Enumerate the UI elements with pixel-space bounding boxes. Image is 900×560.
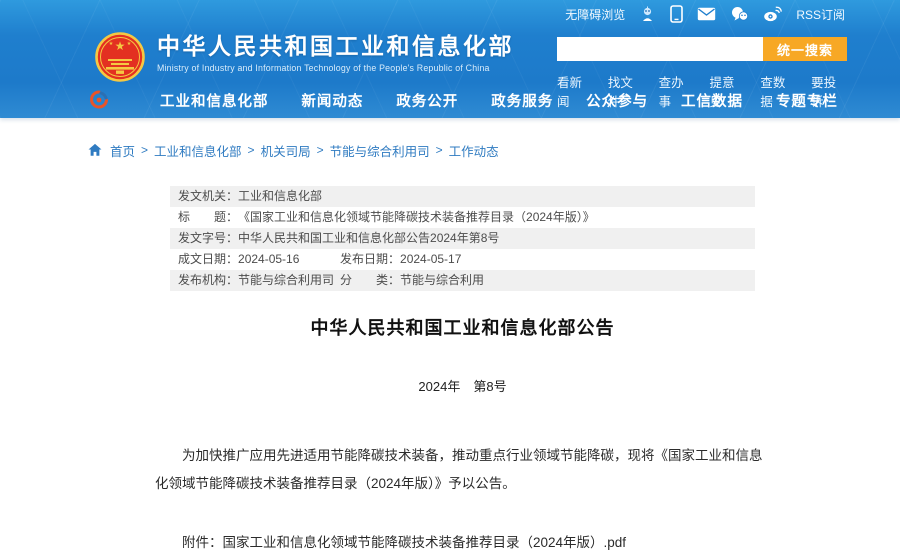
miit-logo-icon bbox=[88, 89, 110, 111]
breadcrumb-separator: > bbox=[436, 143, 443, 157]
nav-item-news[interactable]: 新闻动态 bbox=[301, 90, 363, 111]
meta-row-dates: 成文日期：2024-05-16 发布日期：2024-05-17 bbox=[170, 249, 755, 270]
nav-item-participation[interactable]: 公众参与 bbox=[586, 90, 648, 111]
document-body: 中华人民共和国工业和信息化部公告 2024年 第8号 为加快推广应用先进适用节能… bbox=[155, 314, 770, 560]
mascot-icon[interactable] bbox=[639, 6, 656, 23]
breadcrumb-departments[interactable]: 机关司局 bbox=[261, 141, 311, 160]
document-paragraph: 为加快推广应用先进适用节能降碳技术装备，推动重点行业领域节能降碳，现将《国家工业… bbox=[155, 442, 770, 498]
breadcrumb-home[interactable]: 首页 bbox=[110, 141, 135, 160]
utility-bar: 无障碍浏览 RSS订阅 bbox=[0, 0, 900, 28]
nav-item-data[interactable]: 工信数据 bbox=[681, 90, 743, 111]
mobile-icon[interactable] bbox=[670, 5, 683, 23]
nav-item-gov-services[interactable]: 政务服务 bbox=[491, 90, 553, 111]
attachment-link[interactable]: 国家工业和信息化领域节能降碳技术装备推荐目录（2024年版）.pdf bbox=[223, 535, 627, 550]
meta-row-doc-number: 发文字号：中华人民共和国工业和信息化部公告2024年第8号 bbox=[170, 228, 755, 249]
mail-icon[interactable] bbox=[697, 7, 716, 21]
national-emblem-icon: ★ ★ ★ bbox=[95, 32, 145, 82]
document-meta-table: 发文机关：工业和信息化部 标 题：《国家工业和信息化领域节能降碳技术装备推荐目录… bbox=[170, 186, 755, 291]
meta-row-title: 标 题：《国家工业和信息化领域节能降碳技术装备推荐目录（2024年版）》 bbox=[170, 207, 755, 228]
breadcrumb-separator: > bbox=[317, 143, 324, 157]
breadcrumb-ministry[interactable]: 工业和信息化部 bbox=[154, 141, 242, 160]
breadcrumb: 首页 > 工业和信息化部 > 机关司局 > 节能与综合利用司 > 工作动态 bbox=[0, 118, 900, 158]
site-title: 中华人民共和国工业和信息化部 bbox=[157, 32, 514, 60]
nav-item-gov-disclosure[interactable]: 政务公开 bbox=[396, 90, 458, 111]
search-input[interactable] bbox=[557, 37, 763, 61]
search-button[interactable]: 统一搜索 bbox=[763, 37, 847, 61]
document-issue-number: 2024年 第8号 bbox=[155, 376, 770, 395]
site-header: 无障碍浏览 RSS订阅 ★ ★ ★ 中华人民共 bbox=[0, 0, 900, 118]
breadcrumb-separator: > bbox=[248, 143, 255, 157]
nav-item-topics[interactable]: 专题专栏 bbox=[776, 90, 838, 111]
breadcrumb-separator: > bbox=[141, 143, 148, 157]
home-icon[interactable] bbox=[88, 143, 102, 157]
attachment-label: 附件： bbox=[182, 535, 223, 550]
breadcrumb-current[interactable]: 工作动态 bbox=[449, 141, 499, 160]
nav-item-ministry[interactable]: 工业和信息化部 bbox=[160, 90, 269, 111]
svg-text:★: ★ bbox=[127, 41, 132, 47]
document-title: 中华人民共和国工业和信息化部公告 bbox=[155, 314, 770, 340]
attachment-line: 附件：国家工业和信息化领域节能降碳技术装备推荐目录（2024年版）.pdf bbox=[155, 531, 770, 551]
main-nav: 工业和信息化部 新闻动态 政务公开 政务服务 公众参与 工信数据 专题专栏 bbox=[0, 82, 900, 118]
meta-row-issuing-agency: 发文机关：工业和信息化部 bbox=[170, 186, 755, 207]
weibo-icon[interactable] bbox=[763, 6, 782, 22]
meta-row-publisher: 发布机构：节能与综合利用司 分 类：节能与综合利用 bbox=[170, 270, 755, 291]
breadcrumb-energy-dept[interactable]: 节能与综合利用司 bbox=[330, 141, 430, 160]
svg-text:★: ★ bbox=[109, 41, 114, 47]
svg-text:★: ★ bbox=[115, 39, 126, 53]
rss-link[interactable]: RSS订阅 bbox=[796, 6, 845, 23]
site-title-en: Ministry of Industry and Information Tec… bbox=[157, 63, 514, 73]
accessibility-link[interactable]: 无障碍浏览 bbox=[565, 6, 625, 23]
wechat-icon[interactable] bbox=[730, 6, 749, 22]
